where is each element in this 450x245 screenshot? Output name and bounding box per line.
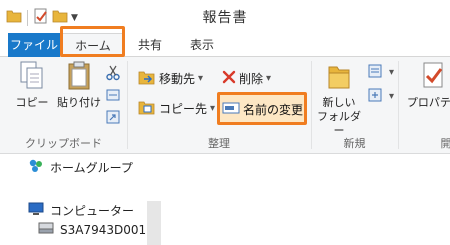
- nav-item-drive[interactable]: S3A7943D001 (: [38, 221, 155, 238]
- drive-label: S3A7943D001 (: [60, 222, 155, 237]
- home-tab-highlight: [60, 26, 125, 57]
- paste-button[interactable]: 貼り付け: [56, 61, 102, 110]
- tab-file[interactable]: ファイル: [8, 33, 60, 57]
- copy-button[interactable]: コピー: [14, 61, 50, 110]
- new-folder-label-1: 新しい: [322, 96, 356, 109]
- copy-label: コピー: [15, 96, 49, 109]
- paste-shortcut-button[interactable]: [106, 107, 120, 129]
- cut-button[interactable]: [106, 63, 120, 85]
- chevron-down-icon: ▾: [389, 90, 395, 102]
- delete-label: 削除: [239, 71, 264, 86]
- rename-icon: [222, 101, 240, 118]
- copy-folder-icon: [138, 99, 156, 118]
- window-title: 報告書: [202, 10, 248, 26]
- paste-label: 貼り付け: [57, 96, 101, 109]
- new-item-button[interactable]: ▾: [368, 61, 394, 83]
- group-divider: [398, 61, 399, 149]
- move-folder-icon: [138, 69, 156, 88]
- homegroup-icon: [28, 158, 44, 177]
- chevron-down-icon: ▾: [389, 66, 395, 78]
- paste-icon: [66, 61, 92, 94]
- delete-x-icon: [222, 70, 236, 87]
- open-group-label: 開: [440, 137, 450, 150]
- computer-icon: [28, 201, 44, 220]
- nav-item-homegroup[interactable]: ホームグループ: [28, 158, 133, 177]
- scissors-icon: [106, 65, 120, 84]
- copy-to-button[interactable]: コピー先 ▾: [138, 97, 215, 119]
- paste-shortcut-icon: [106, 110, 120, 127]
- rename-button[interactable]: 名前の変更: [217, 92, 307, 125]
- move-to-button[interactable]: 移動先 ▾: [138, 67, 203, 89]
- homegroup-label: ホームグループ: [50, 161, 133, 175]
- clipboard-group-label: クリップボード: [25, 137, 102, 150]
- properties-label: プロパティ: [406, 96, 450, 109]
- rename-button-content: 名前の変更: [222, 98, 303, 120]
- nav-item-computer[interactable]: コンピューター: [28, 201, 134, 220]
- tab-share[interactable]: 共有: [130, 33, 170, 57]
- chevron-down-icon: ▾: [198, 72, 204, 84]
- copy-path-button[interactable]: [106, 85, 120, 107]
- properties-button[interactable]: プロパティ: [404, 61, 450, 110]
- chevron-down-icon: ▾: [210, 102, 216, 114]
- organize-group-label: 整理: [208, 137, 230, 150]
- copy-icon: [19, 61, 45, 94]
- easy-access-icon: [368, 87, 386, 106]
- new-folder-label-2: フォルダー: [317, 110, 361, 137]
- new-folder-button[interactable]: 新しい フォルダー: [314, 61, 364, 138]
- copy-to-label: コピー先: [159, 101, 208, 116]
- computer-label: コンピューター: [50, 204, 135, 218]
- move-to-label: 移動先: [159, 71, 196, 86]
- tab-view[interactable]: 表示: [182, 33, 222, 57]
- easy-access-button[interactable]: ▾: [368, 85, 394, 107]
- navigation-pane: ホームグループ コンピューター S3A7943D001 (: [0, 155, 450, 245]
- chevron-down-icon: ▾: [266, 72, 272, 84]
- properties-large-icon: [421, 62, 447, 94]
- delete-button[interactable]: 削除 ▾: [222, 67, 271, 89]
- drive-icon: [38, 221, 54, 238]
- new-group-label: 新規: [343, 137, 366, 150]
- copy-path-icon: [106, 88, 120, 105]
- new-item-icon: [368, 63, 386, 82]
- new-folder-large-icon: [326, 66, 352, 94]
- rename-label: 名前の変更: [243, 102, 304, 117]
- nav-scrollbar[interactable]: [147, 201, 161, 245]
